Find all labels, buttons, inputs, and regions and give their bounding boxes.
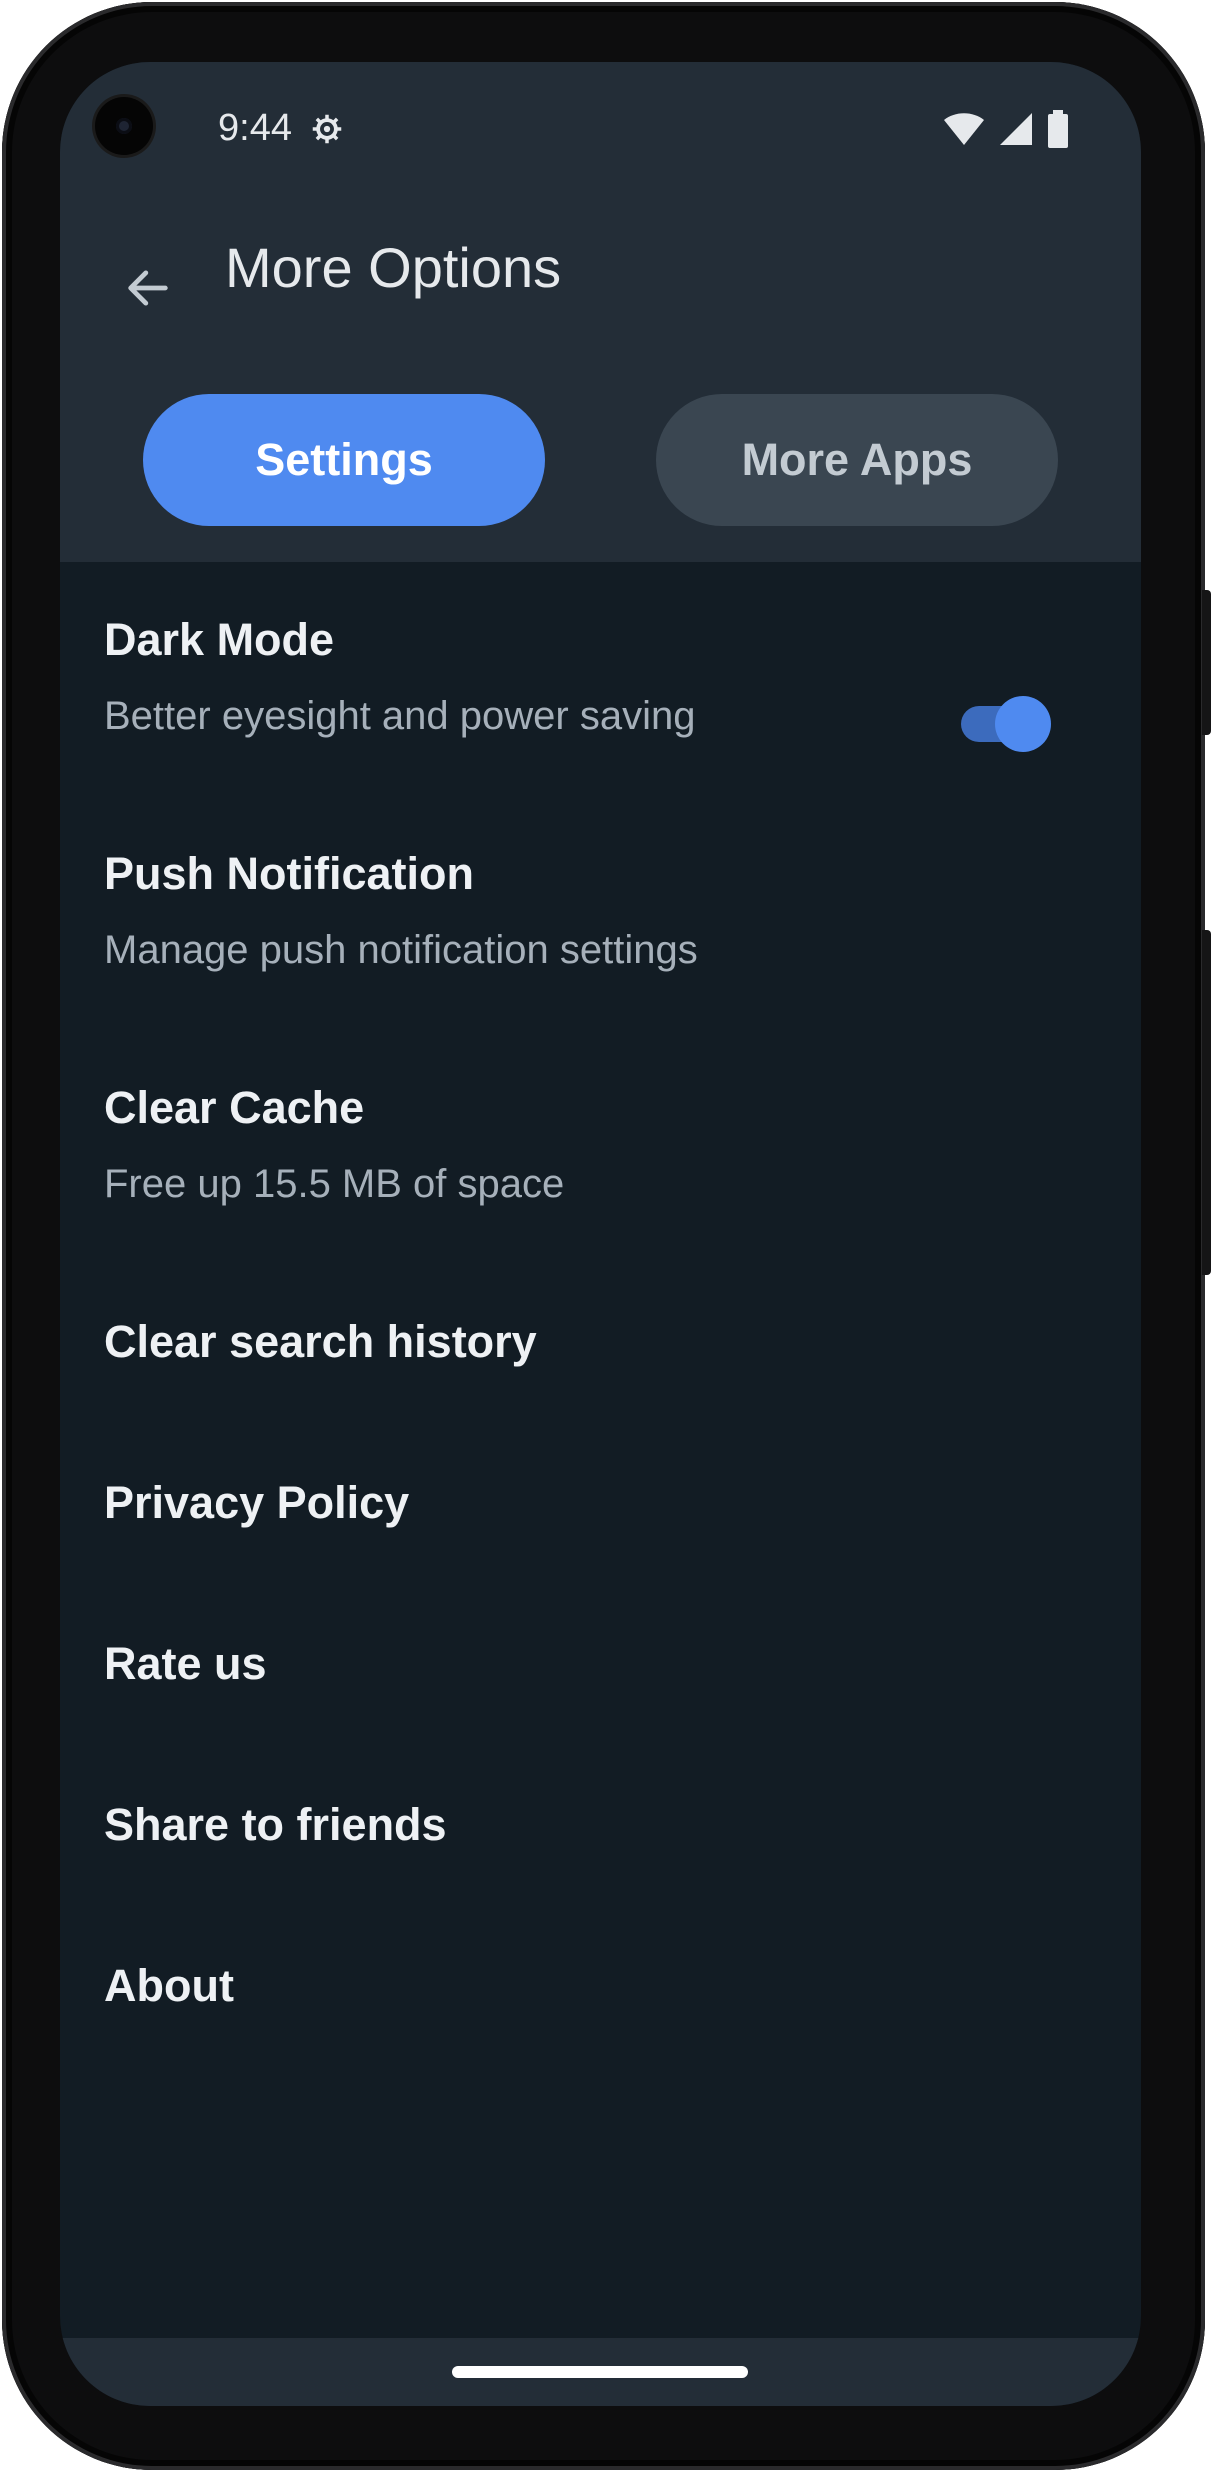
- toggle-thumb: [995, 696, 1051, 752]
- navigation-bar: [60, 2338, 1141, 2406]
- back-button[interactable]: [100, 240, 196, 336]
- setting-subtitle: Free up 15.5 MB of space: [104, 1162, 565, 1206]
- setting-subtitle: Manage push notification settings: [104, 928, 698, 972]
- power-button: [1202, 930, 1211, 1275]
- setting-title: Clear search history: [104, 1316, 537, 1367]
- status-icons: [943, 110, 1069, 148]
- status-time: 9:44: [218, 107, 292, 149]
- setting-rate-us[interactable]: Rate us: [104, 1636, 1097, 1692]
- setting-push-notification[interactable]: Push Notification Manage push notificati…: [104, 846, 1097, 976]
- dark-mode-toggle[interactable]: [961, 695, 1051, 753]
- setting-privacy-policy[interactable]: Privacy Policy: [104, 1475, 1097, 1531]
- signal-icon: [1000, 113, 1032, 145]
- tab-more-apps[interactable]: More Apps: [656, 394, 1058, 526]
- battery-icon: [1048, 110, 1068, 148]
- setting-title: Clear Cache: [104, 1082, 365, 1133]
- arrow-back-icon: [128, 270, 168, 306]
- screen: 9:44 More Options Settings More Apps Dar…: [60, 62, 1141, 2406]
- wifi-icon: [944, 113, 984, 145]
- setting-dark-mode[interactable]: Dark Mode Better eyesight and power savi…: [104, 612, 1097, 752]
- setting-title: Share to friends: [104, 1799, 447, 1850]
- setting-clear-cache[interactable]: Clear Cache Free up 15.5 MB of space: [104, 1080, 1097, 1210]
- volume-button: [1202, 590, 1211, 735]
- page-title: More Options: [225, 236, 562, 299]
- setting-title: Dark Mode: [104, 614, 335, 665]
- setting-title: Privacy Policy: [104, 1477, 410, 1528]
- front-camera: [95, 97, 153, 155]
- setting-title: About: [104, 1960, 234, 2011]
- tab-settings[interactable]: Settings: [143, 394, 545, 526]
- setting-subtitle: Better eyesight and power saving: [104, 694, 696, 738]
- setting-title: Push Notification: [104, 848, 474, 899]
- setting-about[interactable]: About: [104, 1958, 1097, 2014]
- setting-clear-search-history[interactable]: Clear search history: [104, 1314, 1097, 1370]
- home-gesture-bar[interactable]: [452, 2366, 748, 2378]
- gear-icon: [312, 114, 342, 144]
- setting-share-to-friends[interactable]: Share to friends: [104, 1797, 1097, 1853]
- setting-title: Rate us: [104, 1638, 267, 1689]
